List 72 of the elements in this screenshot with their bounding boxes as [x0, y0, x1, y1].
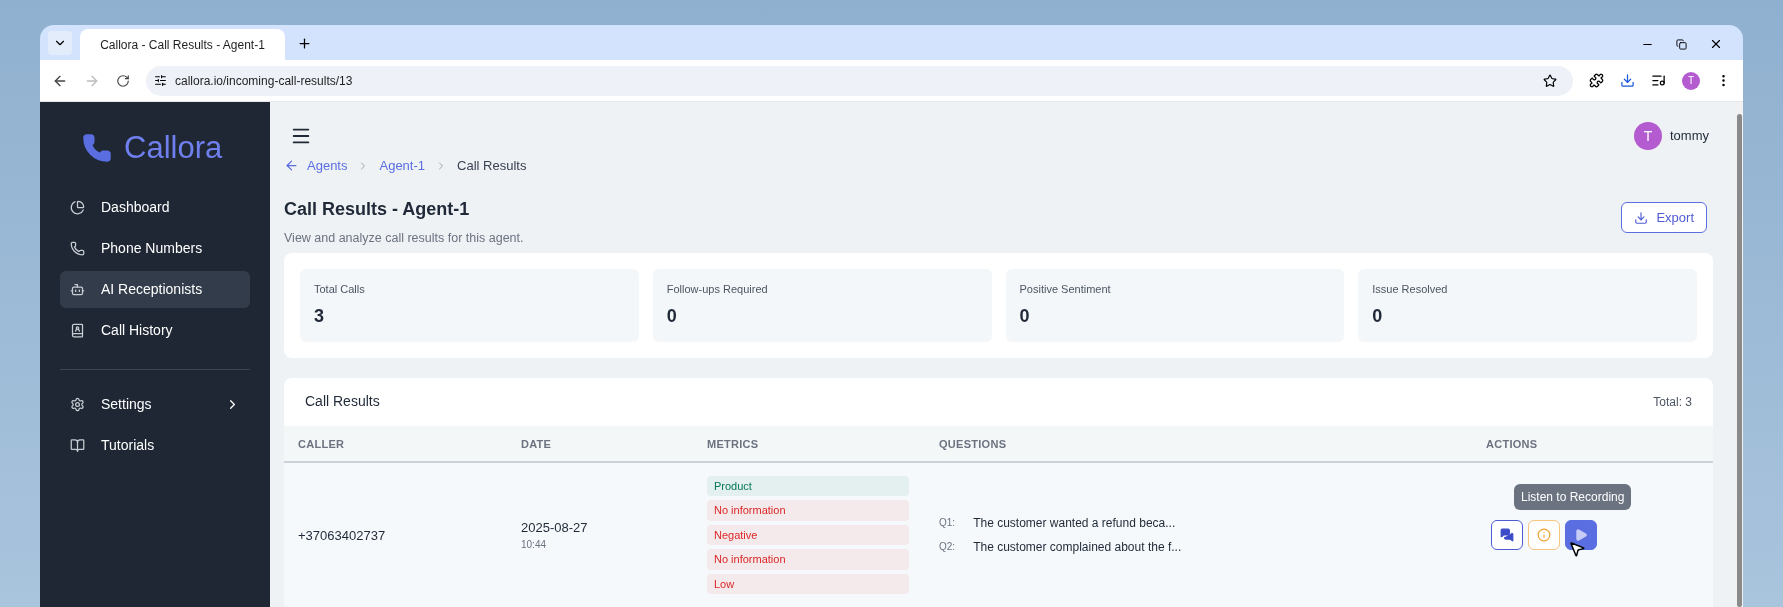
close-icon[interactable] [1709, 37, 1723, 51]
tab-title: Callora - Call Results - Agent-1 [100, 36, 265, 54]
table-cell: +37063402737 [298, 527, 386, 543]
stat-value: 3 [314, 304, 325, 328]
breadcrumb-link[interactable]: Agents [307, 156, 348, 176]
tab-list-button[interactable] [48, 31, 72, 55]
contact-book-icon [70, 323, 85, 338]
card-title: Call Results [305, 392, 380, 412]
stat-value: 0 [666, 304, 678, 328]
play-icon [1574, 527, 1588, 542]
user-avatar[interactable]: T [1634, 122, 1662, 150]
page-subtitle: View and analyze call results for this agent. [284, 229, 524, 247]
reload-icon[interactable] [116, 73, 130, 88]
site-settings-icon[interactable] [154, 74, 167, 87]
time-text: 10:44 [521, 538, 548, 553]
metric-tag: No information [707, 500, 909, 521]
stat-label: Positive Sentiment [1019, 282, 1112, 298]
address-bar[interactable]: callora.io/incoming-call-results/13 [146, 65, 1573, 96]
sidebar-item[interactable]: Call History [60, 312, 250, 349]
sidebar-item[interactable]: Dashboard [60, 189, 250, 226]
user-name: tommy [1670, 127, 1709, 146]
pointer-cursor-icon [1568, 539, 1586, 558]
brand-name: Callora [124, 132, 223, 163]
sidebar-item[interactable]: AI Receptionists [60, 271, 250, 308]
sidebar-item[interactable]: Phone Numbers [60, 230, 250, 267]
stat-label: Issue Resolved [1372, 282, 1449, 298]
new-tab-icon[interactable] [297, 36, 312, 51]
page-title: Call Results - Agent-1 [284, 197, 471, 221]
metric-tag: Negative [707, 524, 909, 546]
question-text: The customer wanted a refund beca... [973, 514, 1176, 532]
scrollbar[interactable] [1735, 102, 1743, 607]
tooltip: Listen to Recording [1514, 483, 1632, 510]
metric-tag: Product [707, 475, 909, 497]
column-header: QUESTIONS [939, 438, 1007, 451]
media-icon[interactable] [1651, 73, 1666, 88]
export-button[interactable]: Export [1621, 202, 1707, 234]
question-number: Q1: [939, 516, 956, 531]
column-header: METRICS [707, 438, 759, 451]
stat-value: 0 [1019, 304, 1031, 328]
breadcrumb-link[interactable]: Agent-1 [379, 156, 426, 176]
stat-value: 0 [1372, 304, 1384, 328]
metric-tag: No information [707, 549, 909, 570]
star-icon[interactable] [1543, 73, 1557, 88]
stat-label: Total Calls [314, 282, 366, 298]
question-number: Q2: [939, 540, 956, 555]
column-header: CALLER [298, 438, 345, 451]
extensions-icon[interactable] [1589, 73, 1604, 88]
date-text: 2025-08-27 [521, 518, 589, 537]
question-text: The customer complained about the f... [973, 538, 1182, 556]
phone-logo-icon [82, 132, 112, 163]
chat-bubbles-icon [1500, 527, 1514, 542]
settings-icon [70, 397, 85, 412]
info-icon [1537, 527, 1551, 542]
metric-tag: Low [707, 573, 909, 595]
column-header: ACTIONS [1486, 438, 1538, 451]
stat-label: Follow-ups Required [666, 282, 769, 298]
restore-icon[interactable] [1676, 38, 1687, 50]
download-icon[interactable] [1620, 73, 1635, 88]
breadcrumb-current: Call Results [457, 157, 527, 175]
download-icon [1634, 210, 1649, 225]
column-header: DATE [521, 438, 552, 451]
robot-icon [70, 282, 85, 297]
pie-chart-icon [70, 200, 85, 215]
phone-icon [70, 241, 85, 256]
sidebar-item[interactable]: Tutorials [60, 427, 250, 464]
sidebar-item[interactable]: Settings [60, 386, 250, 423]
chat-button[interactable] [1491, 519, 1523, 550]
book-icon [70, 438, 85, 453]
profile-avatar[interactable]: T [1682, 71, 1700, 90]
url-text: callora.io/incoming-call-results/13 [175, 72, 353, 90]
browser-tab[interactable]: Callora - Call Results - Agent-1 [80, 29, 285, 60]
total-count: Total: 3 [1653, 393, 1692, 411]
